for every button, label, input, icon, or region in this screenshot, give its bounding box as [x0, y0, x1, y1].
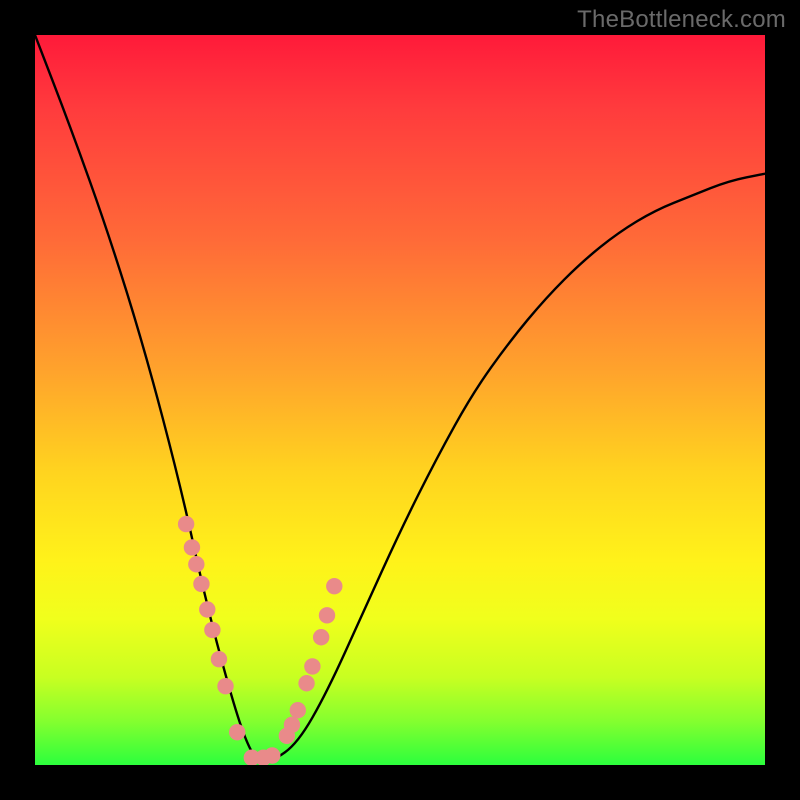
- bottleneck-curve: [35, 35, 765, 761]
- highlight-dots: [178, 516, 343, 765]
- watermark-text: TheBottleneck.com: [577, 6, 786, 34]
- chart-frame: TheBottleneck.com: [0, 0, 800, 800]
- highlight-dot: [188, 556, 204, 572]
- highlight-dot: [298, 675, 314, 691]
- highlight-dot: [304, 658, 320, 674]
- highlight-dot: [204, 622, 220, 638]
- highlight-dot: [211, 651, 227, 667]
- highlight-dot: [178, 516, 194, 532]
- plot-area: [35, 35, 765, 765]
- highlight-dot: [290, 702, 306, 718]
- chart-svg: [35, 35, 765, 765]
- highlight-dot: [313, 629, 329, 645]
- highlight-dot: [326, 578, 342, 594]
- highlight-dot: [199, 601, 215, 617]
- highlight-dot: [193, 576, 209, 592]
- highlight-dot: [264, 747, 280, 763]
- highlight-dot: [184, 539, 200, 555]
- highlight-dot: [284, 717, 300, 733]
- highlight-dot: [319, 607, 335, 623]
- highlight-dot: [229, 724, 245, 740]
- highlight-dot: [217, 678, 233, 694]
